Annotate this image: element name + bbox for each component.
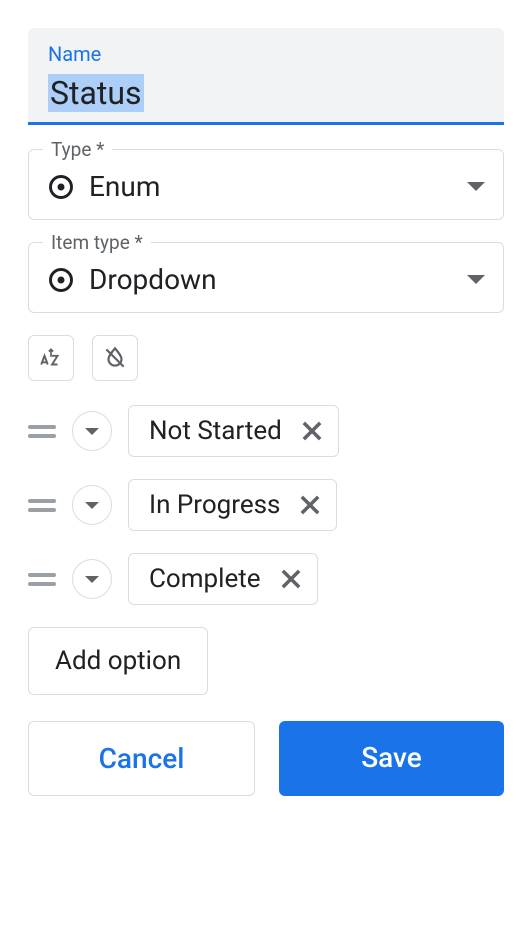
name-label: Name	[48, 42, 484, 66]
drag-handle-icon[interactable]	[28, 573, 56, 586]
chevron-down-icon	[85, 428, 99, 435]
chevron-down-icon	[85, 576, 99, 583]
cancel-button[interactable]: Cancel	[28, 721, 255, 796]
drag-handle-icon[interactable]	[28, 425, 56, 438]
option-color-button[interactable]	[72, 485, 112, 525]
option-row: Complete	[28, 553, 504, 605]
type-select[interactable]: Type * Enum	[28, 149, 504, 220]
add-option-button[interactable]: Add option	[28, 627, 208, 695]
option-color-button[interactable]	[72, 411, 112, 451]
item-type-value: Dropdown	[89, 263, 453, 296]
option-chip[interactable]: In Progress	[128, 479, 337, 531]
save-button[interactable]: Save	[279, 721, 504, 796]
item-type-select[interactable]: Item type * Dropdown	[28, 242, 504, 313]
tool-row	[28, 335, 504, 381]
enum-icon	[47, 173, 75, 201]
option-label: Complete	[149, 564, 261, 594]
chevron-down-icon	[467, 275, 485, 284]
type-value: Enum	[89, 170, 453, 203]
chevron-down-icon	[467, 182, 485, 191]
toggle-colors-button[interactable]	[92, 335, 138, 381]
drag-handle-icon[interactable]	[28, 499, 56, 512]
enum-icon	[47, 266, 75, 294]
option-color-button[interactable]	[72, 559, 112, 599]
close-icon[interactable]	[296, 491, 324, 519]
item-type-label: Item type *	[43, 231, 151, 254]
option-chip[interactable]: Not Started	[128, 405, 339, 457]
type-label: Type *	[43, 138, 112, 161]
sort-alpha-icon	[38, 345, 64, 371]
option-label: In Progress	[149, 490, 280, 520]
option-chip[interactable]: Complete	[128, 553, 318, 605]
sort-alpha-button[interactable]	[28, 335, 74, 381]
name-input-value[interactable]: Status	[48, 74, 144, 112]
close-icon[interactable]	[298, 417, 326, 445]
chevron-down-icon	[85, 502, 99, 509]
option-row: In Progress	[28, 479, 504, 531]
option-label: Not Started	[149, 416, 282, 446]
colors-off-icon	[102, 345, 128, 371]
name-field[interactable]: Name Status	[28, 28, 504, 125]
close-icon[interactable]	[277, 565, 305, 593]
action-row: Cancel Save	[28, 721, 504, 796]
option-row: Not Started	[28, 405, 504, 457]
